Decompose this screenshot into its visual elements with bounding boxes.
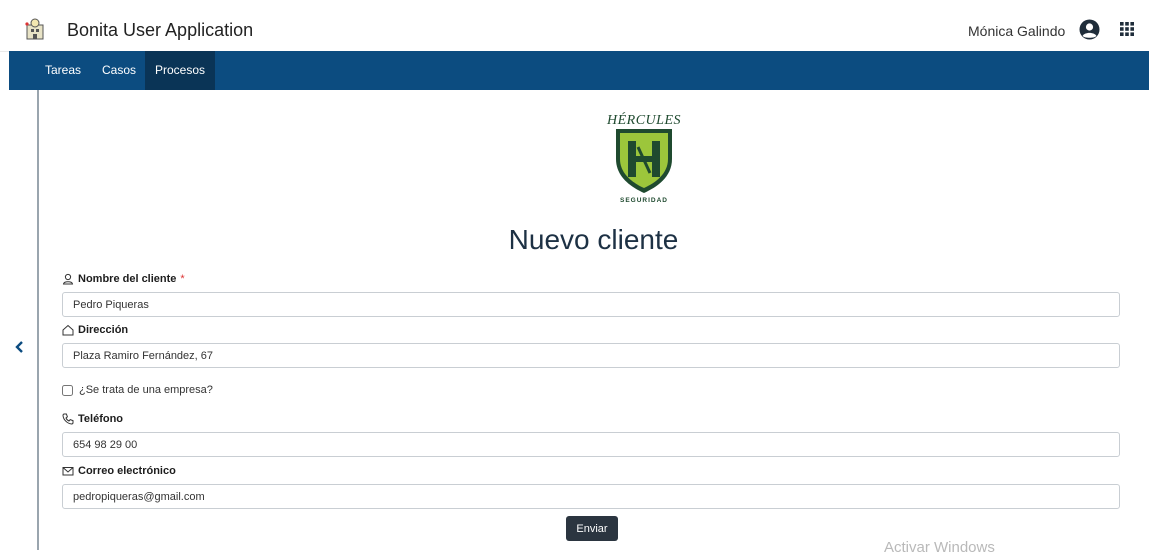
hercules-seguridad-logo: HÉRCULES SEGURIDAD — [606, 111, 681, 204]
telefono-label: Teléfono — [62, 413, 123, 425]
apps-grid-icon[interactable] — [1120, 22, 1134, 36]
user-name[interactable]: Mónica Galindo — [968, 23, 1065, 39]
form-title: Nuevo cliente — [508, 224, 679, 255]
enviar-button[interactable]: Enviar — [566, 516, 618, 541]
main-navbar: Tareas Casos Procesos — [9, 51, 1149, 90]
phone-icon — [62, 413, 74, 425]
chevron-left-icon[interactable] — [14, 340, 26, 354]
nombre-input[interactable] — [62, 292, 1120, 317]
app-title: Bonita User Application — [67, 20, 254, 40]
correo-label: Correo electrónico — [62, 465, 176, 477]
windows-activation-watermark: Activar Windows — [884, 539, 995, 556]
sidebar-divider — [37, 90, 39, 550]
direccion-label: Dirección — [62, 324, 128, 336]
correo-input[interactable] — [62, 484, 1120, 509]
nav-tab-procesos[interactable]: Procesos — [145, 51, 215, 90]
home-icon — [62, 324, 74, 336]
envelope-icon — [62, 467, 74, 476]
user-icon — [62, 273, 74, 285]
bonita-logo-icon[interactable] — [24, 17, 46, 41]
direccion-label-text: Dirección — [78, 324, 129, 336]
telefono-label-text: Teléfono — [78, 413, 124, 425]
nombre-label-text: Nombre del cliente — [78, 273, 177, 285]
top-bar: Bonita User Application Mónica Galindo — [0, 9, 1149, 52]
svg-text:SEGURIDAD: SEGURIDAD — [620, 197, 668, 204]
telefono-input[interactable] — [62, 432, 1120, 457]
nav-tab-tareas[interactable]: Tareas — [45, 51, 85, 90]
nombre-label: Nombre del cliente * — [62, 273, 185, 285]
empresa-checkbox-row[interactable]: ¿Se trata de una empresa? — [62, 384, 213, 396]
required-mark: * — [180, 273, 185, 285]
empresa-checkbox-label: ¿Se trata de una empresa? — [79, 384, 213, 396]
direccion-input[interactable] — [62, 343, 1120, 368]
nav-tab-casos[interactable]: Casos — [102, 51, 138, 90]
empresa-checkbox[interactable] — [62, 384, 73, 396]
user-account-icon[interactable] — [1079, 19, 1100, 40]
svg-text:HÉRCULES: HÉRCULES — [606, 111, 681, 128]
correo-label-text: Correo electrónico — [78, 465, 176, 477]
